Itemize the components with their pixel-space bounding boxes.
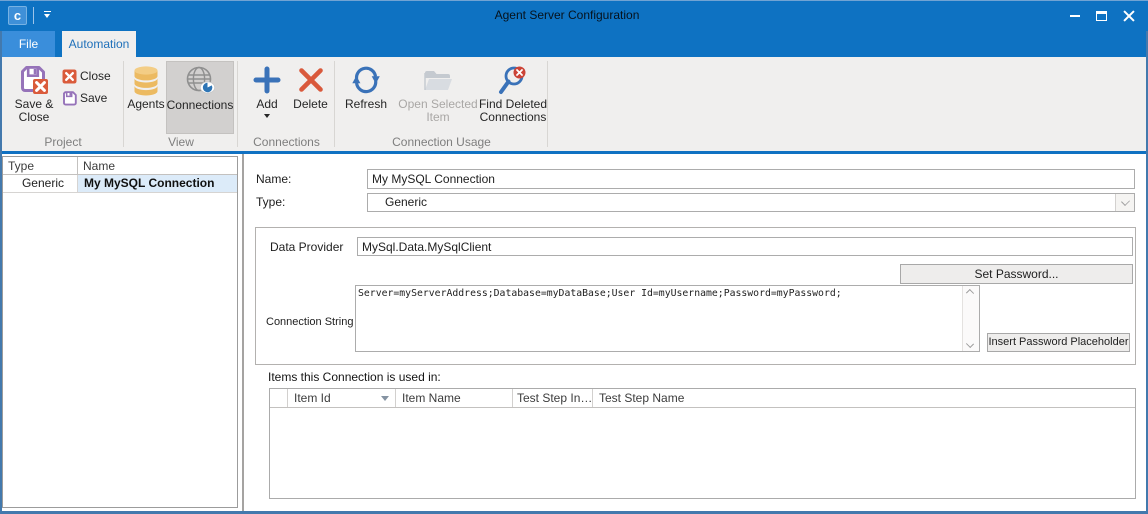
find-deleted-connections-button[interactable]: Find Deleted Connections — [475, 61, 551, 137]
tab-automation[interactable]: Automation — [62, 31, 136, 57]
data-provider-input[interactable] — [357, 237, 1133, 256]
type-combo-value: Generic — [385, 194, 427, 211]
connections-button[interactable]: Connections — [166, 61, 234, 134]
save-and-close-button[interactable]: Save & Close — [7, 61, 61, 137]
window-frame — [0, 31, 2, 514]
column-header-item-name[interactable]: Item Name — [396, 389, 513, 407]
items-used-in-label: Items this Connection is used in: — [268, 370, 441, 384]
find-deleted-connections-icon — [497, 64, 529, 96]
connection-string-textarea[interactable]: Server=myServerAddress;Database=myDataBa… — [355, 285, 980, 352]
connections-icon — [184, 65, 216, 97]
agents-icon — [130, 64, 162, 96]
add-icon — [251, 64, 283, 96]
maximize-icon — [1096, 11, 1107, 21]
column-header-test-step-name[interactable]: Test Step Name — [593, 389, 1135, 407]
name-label: Name: — [256, 169, 291, 189]
row-indicator-column — [270, 389, 288, 407]
connection-string-label: Connection String — [266, 314, 353, 330]
insert-password-placeholder-button[interactable]: Insert Password Placeholder — [987, 333, 1130, 352]
set-password-button[interactable]: Set Password... — [900, 264, 1133, 284]
refresh-icon — [350, 64, 382, 96]
close-project-button[interactable]: Close — [62, 68, 111, 84]
window-controls — [1061, 0, 1142, 31]
close-project-label: Close — [80, 69, 111, 83]
data-provider-label: Data Provider — [270, 238, 343, 257]
save-label: Save — [80, 91, 107, 105]
connection-type-cell[interactable]: Generic — [3, 175, 78, 192]
minimize-button[interactable] — [1061, 0, 1088, 31]
ribbon-tab-row: File Automation — [0, 31, 1148, 57]
maximize-button[interactable] — [1088, 0, 1115, 31]
close-icon — [1123, 10, 1135, 22]
scroll-up-icon[interactable] — [967, 290, 973, 296]
group-label-connections: Connections — [238, 135, 335, 149]
save-and-close-label: Save & Close — [7, 98, 61, 124]
agents-button[interactable]: Agents — [124, 61, 168, 137]
scroll-down-icon[interactable] — [967, 341, 973, 347]
type-label: Type: — [256, 193, 285, 212]
connections-list-header: Type Name — [3, 157, 237, 175]
save-icon — [62, 91, 77, 106]
open-selected-item-button: Open Selected Item — [395, 61, 481, 137]
group-label-connection-usage: Connection Usage — [335, 135, 548, 149]
find-deleted-connections-label: Find Deleted Connections — [475, 98, 551, 124]
item-id-text: Item Id — [294, 391, 331, 405]
refresh-label: Refresh — [345, 98, 387, 111]
chevron-down-icon — [1121, 197, 1130, 206]
connections-list: Type Name Generic My MySQL Connection — [2, 156, 238, 508]
window-title: Agent Server Configuration — [0, 0, 1148, 31]
connection-form: Name: Type: Generic Data Provider Set Pa… — [244, 154, 1146, 511]
ribbon-group-connection-usage: Refresh Open Selected Item — [335, 57, 548, 151]
open-selected-item-label: Open Selected Item — [395, 98, 481, 124]
column-header-type[interactable]: Type — [3, 157, 78, 174]
column-header-item-id[interactable]: Item Id — [288, 389, 396, 407]
type-combo[interactable]: Generic — [367, 193, 1135, 212]
add-dropdown-icon[interactable] — [264, 114, 270, 118]
app-window: c Agent Server Configuration File Automa… — [0, 0, 1148, 514]
textarea-scrollbar[interactable] — [962, 286, 979, 351]
ribbon-group-connections: Add Delete Connections — [238, 57, 335, 151]
add-button[interactable]: Add — [246, 61, 288, 137]
group-separator — [547, 61, 548, 147]
items-grid: Item Id Item Name Test Step In… Test Ste… — [269, 388, 1136, 499]
delete-button[interactable]: Delete — [288, 61, 333, 137]
connection-row[interactable]: Generic My MySQL Connection — [3, 175, 237, 193]
delete-label: Delete — [293, 98, 328, 111]
refresh-button[interactable]: Refresh — [341, 61, 391, 137]
column-header-name[interactable]: Name — [78, 157, 237, 174]
ribbon-accent-line — [0, 151, 1148, 154]
ribbon-group-project: Save & Close Close — [2, 57, 124, 151]
close-project-icon — [62, 69, 77, 84]
connection-string-text: Server=myServerAddress;Database=myDataBa… — [358, 287, 960, 350]
delete-icon — [295, 64, 327, 96]
save-and-close-icon — [18, 64, 50, 96]
items-grid-header: Item Id Item Name Test Step In… Test Ste… — [270, 389, 1135, 408]
ribbon: Save & Close Close — [0, 57, 1148, 151]
group-label-project: Project — [2, 135, 124, 149]
window-frame — [0, 0, 1148, 1]
group-label-view: View — [124, 135, 238, 149]
connection-name-cell[interactable]: My MySQL Connection — [78, 175, 237, 192]
connections-label: Connections — [167, 99, 234, 112]
name-input[interactable] — [367, 169, 1135, 189]
column-header-test-step-index[interactable]: Test Step In… — [513, 389, 593, 407]
add-label: Add — [256, 98, 277, 111]
open-selected-item-icon — [422, 64, 454, 96]
close-button[interactable] — [1115, 0, 1142, 31]
agents-label: Agents — [127, 98, 164, 111]
main-area: Type Name Generic My MySQL Connection Na… — [2, 154, 1146, 511]
ribbon-group-view: Agents Connections View — [124, 57, 238, 151]
title-bar: c Agent Server Configuration — [0, 0, 1148, 31]
minimize-icon — [1070, 15, 1080, 17]
save-button[interactable]: Save — [62, 90, 107, 106]
type-combo-dropdown-button[interactable] — [1115, 194, 1134, 211]
tab-file[interactable]: File — [2, 31, 55, 57]
filter-dropdown-icon[interactable] — [381, 396, 389, 401]
